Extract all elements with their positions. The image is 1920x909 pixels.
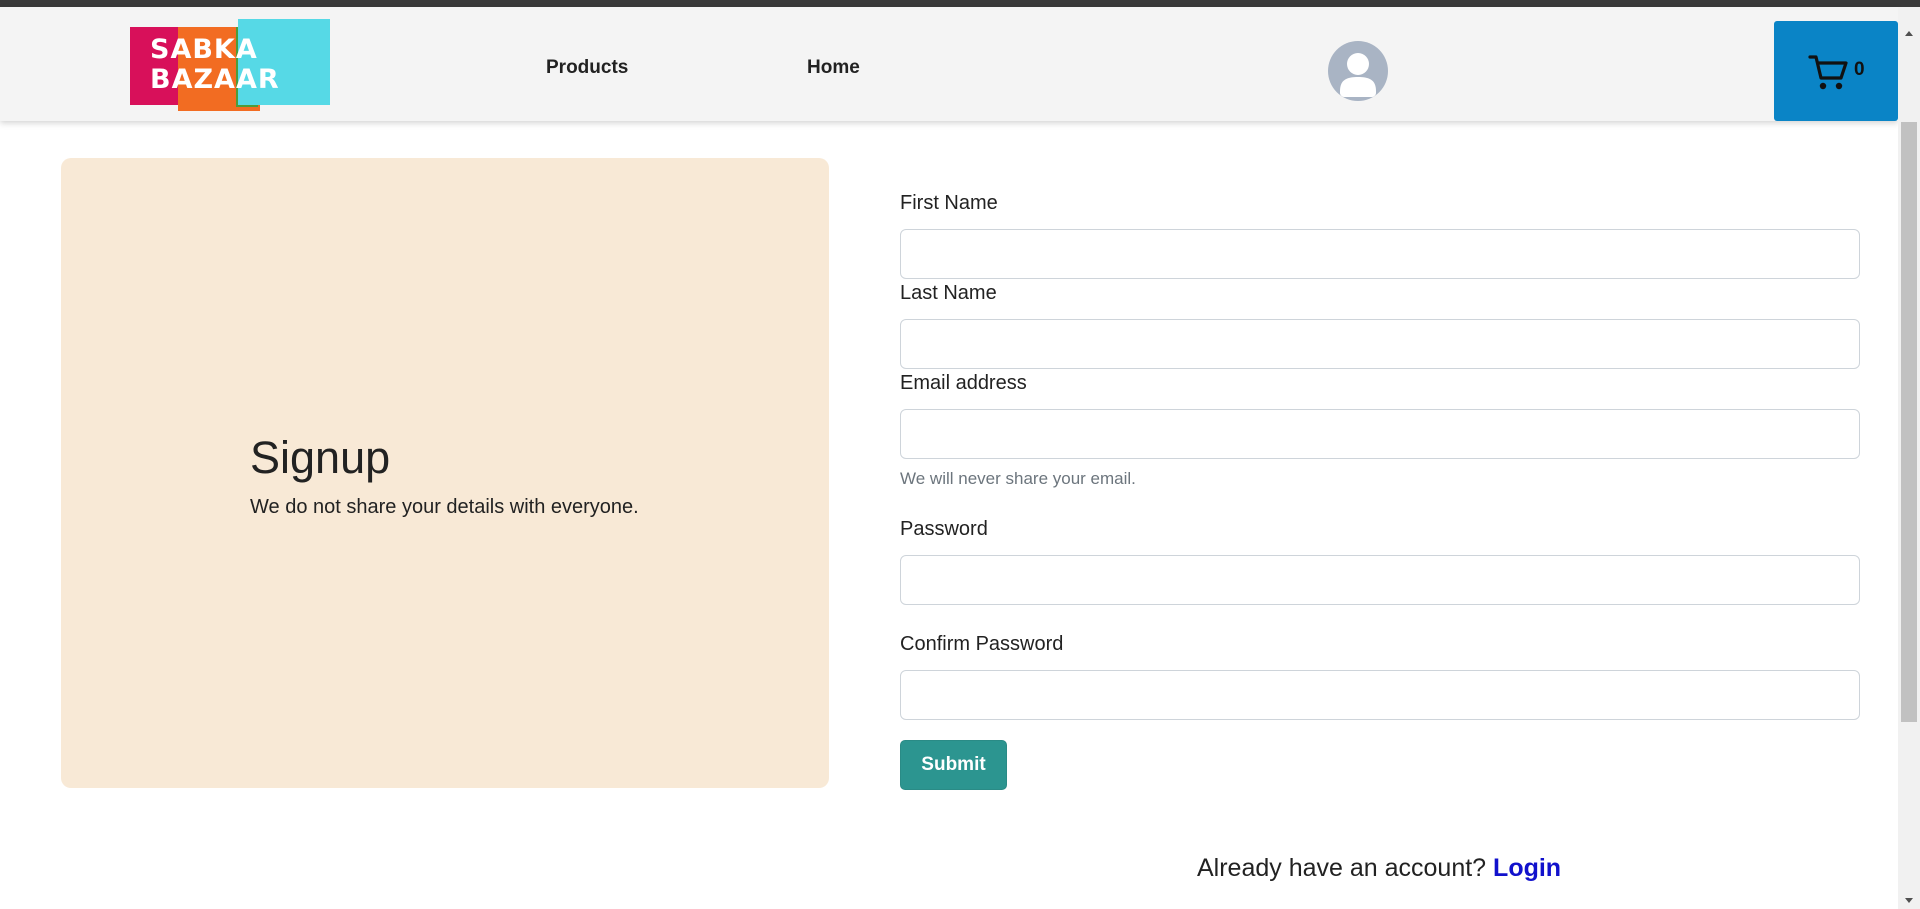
navbar: SABKA BAZAAR Products Home 0 [0, 7, 1898, 121]
cart-button[interactable]: 0 [1774, 21, 1898, 121]
confirm-password-label: Confirm Password [900, 633, 1064, 655]
confirm-password-input[interactable] [900, 670, 1860, 720]
nav-home-link[interactable]: Home [807, 57, 860, 79]
login-link[interactable]: Login [1493, 854, 1561, 882]
sabka-bazaar-logo[interactable]: SABKA BAZAAR [130, 19, 330, 111]
logo-text-line1: SABKA [150, 34, 258, 65]
account-prompt-text: Already have an account? [1197, 854, 1487, 882]
cart-icon [1808, 55, 1848, 90]
user-avatar-icon[interactable] [1328, 41, 1388, 101]
submit-button[interactable]: Submit [900, 740, 1007, 790]
password-label: Password [900, 518, 988, 540]
first-name-label: First Name [900, 192, 998, 214]
scroll-up-arrow-icon[interactable] [1898, 27, 1920, 41]
signup-info-panel: Signup We do not share your details with… [61, 158, 829, 788]
browser-top-strip [0, 0, 1920, 7]
first-name-input[interactable] [900, 229, 1860, 279]
scrollbar-thumb[interactable] [1901, 122, 1917, 722]
email-helper-text: We will never share your email. [900, 469, 1136, 488]
scroll-down-arrow-icon[interactable] [1898, 893, 1920, 907]
login-prompt: Already have an account? Login [1197, 854, 1561, 883]
email-input[interactable] [900, 409, 1860, 459]
password-input[interactable] [900, 555, 1860, 605]
email-label: Email address [900, 372, 1027, 394]
logo-text-line2: BAZAAR [150, 64, 280, 95]
logo-text: SABKA BAZAAR [150, 35, 320, 95]
last-name-input[interactable] [900, 319, 1860, 369]
signup-heading: Signup [250, 432, 391, 483]
last-name-label: Last Name [900, 282, 997, 304]
cart-count-badge: 0 [1854, 59, 1865, 80]
signup-subtitle: We do not share your details with everyo… [250, 496, 639, 518]
page-scrollbar[interactable] [1898, 7, 1920, 909]
nav-products-link[interactable]: Products [546, 57, 628, 79]
